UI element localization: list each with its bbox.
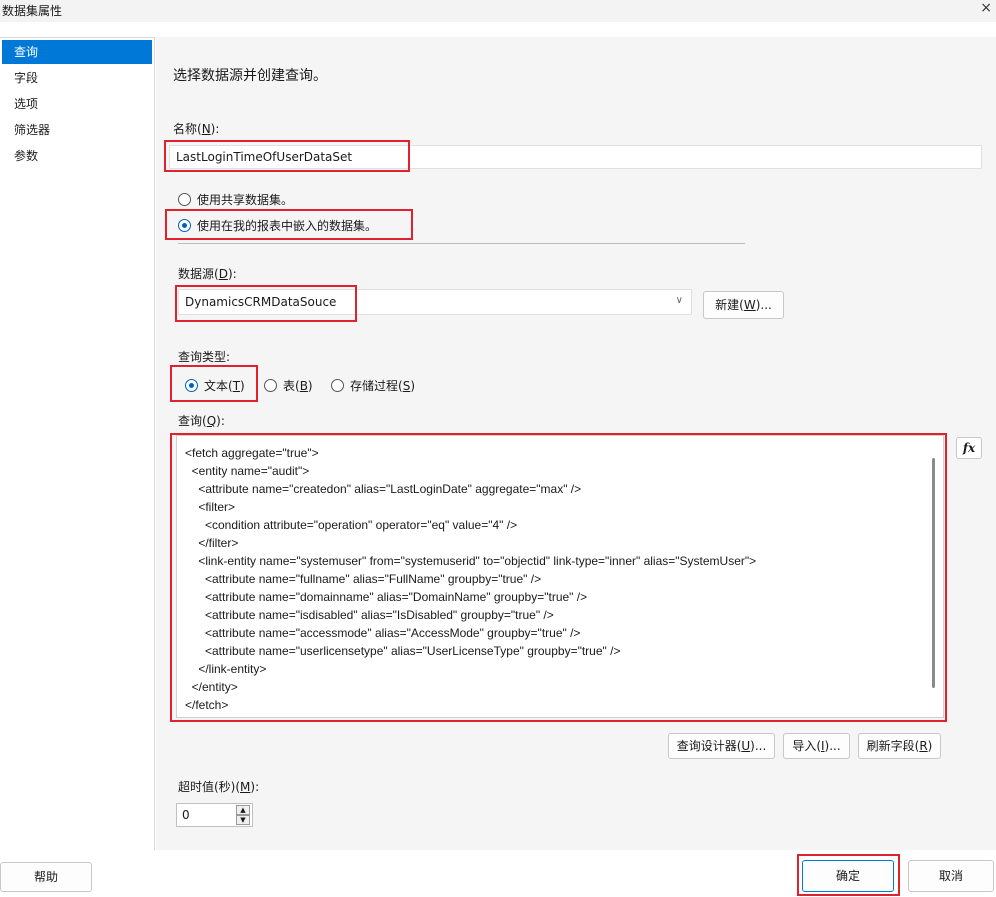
query-line: <fetch aggregate="true"> [185, 446, 319, 460]
radio-embedded-dataset[interactable]: 使用在我的报表中嵌入的数据集。 [178, 217, 377, 234]
query-line: <entity name="audit"> [185, 464, 310, 478]
radio-selected-icon [185, 379, 198, 392]
query-line: <attribute name="userlicensetype" alias=… [185, 644, 621, 658]
new-datasource-button[interactable]: 新建(W)... [703, 291, 784, 319]
timeout-stepper[interactable]: 0 ▲ ▼ [176, 803, 253, 827]
sidebar: 查询 字段 选项 筛选器 参数 [0, 37, 155, 850]
title-bar: 数据集属性 × [0, 0, 996, 22]
query-line: </link-entity> [185, 662, 267, 676]
query-line: <attribute name="domainname" alias="Doma… [185, 590, 588, 604]
radio-shared-dataset[interactable]: 使用共享数据集。 [178, 191, 293, 208]
sidebar-item-options[interactable]: 选项 [2, 92, 152, 116]
footer: 帮助 确定 取消 [0, 850, 996, 897]
query-line: <filter> [185, 500, 236, 514]
datasource-label: 数据源(D): [178, 267, 237, 281]
radio-query-type-text[interactable]: 文本(T) [185, 377, 245, 394]
query-designer-button[interactable]: 查询设计器(U)... [668, 733, 775, 759]
query-type-label: 查询类型: [178, 350, 231, 364]
query-line: <attribute name="fullname" alias="FullNa… [185, 572, 542, 586]
radio-selected-icon [178, 219, 191, 232]
query-line: <condition attribute="operation" operato… [185, 518, 518, 532]
query-text: <fetch aggregate="true"> <entity name="a… [185, 444, 756, 714]
sidebar-item-parameters[interactable]: 参数 [2, 144, 152, 168]
query-label: 查询(Q): [178, 414, 225, 428]
name-input[interactable]: LastLoginTimeOfUserDataSet [169, 145, 982, 169]
fx-button[interactable]: fx [956, 437, 982, 459]
datasource-value: DynamicsCRMDataSouce [185, 295, 337, 309]
page-heading: 选择数据源并创建查询。 [173, 68, 327, 84]
main-panel: 选择数据源并创建查询。 名称(N): LastLoginTimeOfUserDa… [156, 37, 996, 850]
radio-icon [264, 379, 277, 392]
query-editor[interactable]: <fetch aggregate="true"> <entity name="a… [176, 435, 944, 718]
radio-query-type-stored-procedure[interactable]: 存储过程(S) [331, 377, 415, 394]
help-button[interactable]: 帮助 [0, 862, 92, 892]
sidebar-item-fields[interactable]: 字段 [2, 66, 152, 90]
query-line: <attribute name="isdisabled" alias="IsDi… [185, 608, 554, 622]
name-label: 名称(N): [173, 122, 220, 136]
spin-up-icon[interactable]: ▲ [236, 805, 250, 815]
query-line: </fetch> [185, 698, 229, 712]
ok-button[interactable]: 确定 [802, 860, 894, 892]
import-button[interactable]: 导入(I)... [783, 733, 850, 759]
window-title: 数据集属性 [2, 4, 63, 18]
radio-icon [178, 193, 191, 206]
query-line: </filter> [185, 536, 239, 550]
query-line: <attribute name="createdon" alias="LastL… [185, 482, 582, 496]
radio-query-type-table[interactable]: 表(B) [264, 377, 313, 394]
query-line: <link-entity name="systemuser" from="sys… [185, 554, 757, 568]
sidebar-item-filters[interactable]: 筛选器 [2, 118, 152, 142]
cancel-button[interactable]: 取消 [908, 860, 994, 892]
radio-icon [331, 379, 344, 392]
chevron-down-icon: ∨ [675, 295, 683, 306]
spin-down-icon[interactable]: ▼ [236, 815, 250, 825]
timeout-value: 0 [182, 808, 190, 822]
query-line: </entity> [185, 680, 238, 694]
separator [178, 243, 745, 244]
close-button[interactable]: × [980, 0, 992, 16]
query-line: <attribute name="accessmode" alias="Acce… [185, 626, 581, 640]
scrollbar[interactable] [932, 458, 935, 688]
refresh-fields-button[interactable]: 刷新字段(R) [858, 733, 941, 759]
sidebar-item-query[interactable]: 查询 [2, 40, 152, 64]
datasource-select[interactable]: DynamicsCRMDataSouce ∨ [178, 289, 692, 315]
timeout-label: 超时值(秒)(M): [178, 780, 260, 794]
